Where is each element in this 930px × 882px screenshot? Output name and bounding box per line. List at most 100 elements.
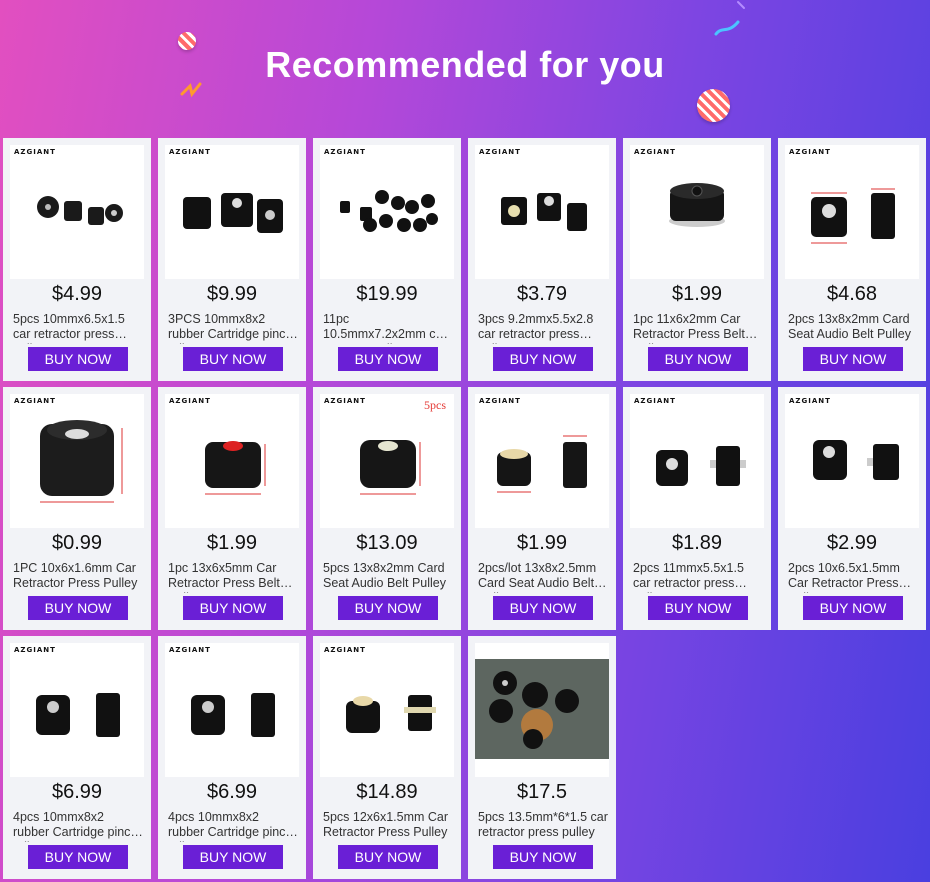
buy-now-button[interactable]: BUY NOW — [28, 596, 128, 620]
product-photo — [191, 693, 275, 737]
product-image[interactable]: AZGIANT — [785, 394, 919, 528]
product-card[interactable]: AZGIANT $0.99 1PC 10x6x1.6mm Car Retractor… — [3, 387, 151, 630]
brand-logo: AZGIANT — [169, 397, 211, 405]
product-price: $4.68 — [826, 283, 878, 305]
buy-now-button[interactable]: BUY NOW — [338, 845, 438, 869]
product-image[interactable]: AZGIANT — [320, 643, 454, 777]
product-card[interactable]: AZGIANT $14.89 5pcs 12x6x1.5mm Car Retract… — [313, 636, 461, 879]
product-card[interactable]: AZGIANT $2.99 2pcs 10x6.5x1.5mm Car Retrac… — [778, 387, 926, 630]
product-image[interactable]: AZGIANT — [10, 394, 144, 528]
buy-now-button[interactable]: BUY NOW — [183, 347, 283, 371]
product-photo — [475, 659, 609, 759]
product-photo — [656, 446, 746, 486]
product-title[interactable]: 2pcs 11mmx5.5x1.5 car retractor press pu… — [633, 561, 763, 593]
product-card[interactable]: AZGIANT $19.99 11pc 10.5mmx7.2x2mm car ret… — [313, 138, 461, 381]
product-title[interactable]: 4pcs 10mmx8x2 rubber Cartridge pinch rol… — [13, 810, 143, 842]
product-image[interactable]: AZGIANT — [10, 643, 144, 777]
product-image[interactable]: AZGIANT — [630, 145, 764, 279]
buy-now-button[interactable]: BUY NOW — [493, 347, 593, 371]
buy-now-button[interactable]: BUY NOW — [338, 347, 438, 371]
product-price: $1.99 — [671, 283, 723, 305]
brand-logo: AZGIANT — [324, 148, 366, 156]
product-price: $4.99 — [51, 283, 103, 305]
brand-logo: AZGIANT — [14, 646, 56, 654]
product-price: $1.89 — [671, 532, 723, 554]
product-image[interactable]: AZGIANT — [10, 145, 144, 279]
product-photo — [37, 196, 123, 225]
product-card[interactable]: AZGIANT $9.99 3PCS 10mmx8x2 rubber Cartrid… — [158, 138, 306, 381]
product-card[interactable]: AZGIANT $4.68 2pcs 13x8x2mm Card Seat Audi… — [778, 138, 926, 381]
buy-now-button[interactable]: BUY NOW — [183, 596, 283, 620]
product-photo — [183, 193, 283, 233]
buy-now-button[interactable]: BUY NOW — [803, 347, 903, 371]
product-price: $9.99 — [206, 283, 258, 305]
product-price: $6.99 — [51, 781, 103, 803]
brand-logo: AZGIANT — [324, 397, 366, 405]
product-price: $1.99 — [206, 532, 258, 554]
buy-now-button[interactable]: BUY NOW — [183, 845, 283, 869]
brand-logo: AZGIANT — [789, 148, 831, 156]
product-title[interactable]: 5pcs 12x6x1.5mm Car Retractor Press Pull… — [323, 810, 453, 842]
product-title[interactable]: 1PC 10x6x1.6mm Car Retractor Press Pulle… — [13, 561, 143, 593]
product-title[interactable]: 5pcs 13.5mm*6*1.5 car retractor press pu… — [478, 810, 608, 842]
product-title[interactable]: 1pc 13x6x5mm Car Retractor Press Belt Pu… — [168, 561, 298, 593]
product-image[interactable]: AZGIANT 5pcs — [320, 394, 454, 528]
buy-now-button[interactable]: BUY NOW — [493, 596, 593, 620]
product-photo — [813, 440, 899, 480]
brand-logo: AZGIANT — [789, 397, 831, 405]
product-card[interactable]: AZGIANT $6.99 4pcs 10mmx8x2 rubber Cartrid… — [3, 636, 151, 879]
brand-logo: AZGIANT — [14, 148, 56, 156]
brand-logo: AZGIANT — [479, 148, 521, 156]
product-card[interactable]: AZGIANT $3.79 3pcs 9.2mmx5.5x2.8 car retra… — [468, 138, 616, 381]
product-card[interactable]: AZGIANT $4.99 5pcs 10mmx6.5x1.5 car retrac… — [3, 138, 151, 381]
buy-now-button[interactable]: BUY NOW — [648, 347, 748, 371]
product-image[interactable]: AZGIANT — [475, 394, 609, 528]
buy-now-button[interactable]: BUY NOW — [28, 347, 128, 371]
product-image[interactable] — [475, 643, 609, 777]
product-card[interactable]: AZGIANT $1.99 2pcs/lot 13x8x2.5mm Card Sea… — [468, 387, 616, 630]
buy-now-button[interactable]: BUY NOW — [493, 845, 593, 869]
product-title[interactable]: 4pcs 10mmx8x2 rubber Cartridge pinch rol… — [168, 810, 298, 842]
product-image[interactable]: AZGIANT — [165, 145, 299, 279]
product-image[interactable]: AZGIANT — [785, 145, 919, 279]
brand-logo: AZGIANT — [634, 397, 676, 405]
product-image[interactable]: AZGIANT — [475, 145, 609, 279]
page-title: Recommended for you — [265, 44, 665, 85]
product-title[interactable]: 5pcs 13x8x2mm Card Seat Audio Belt Pulle… — [323, 561, 453, 593]
buy-now-button[interactable]: BUY NOW — [803, 596, 903, 620]
buy-now-button[interactable]: BUY NOW — [28, 845, 128, 869]
buy-now-button[interactable]: BUY NOW — [648, 596, 748, 620]
product-image[interactable]: AZGIANT — [320, 145, 454, 279]
product-title[interactable]: 5pcs 10mmx6.5x1.5 car retractor press pu… — [13, 312, 143, 344]
buy-now-button[interactable]: BUY NOW — [338, 596, 438, 620]
product-price: $14.89 — [356, 781, 418, 803]
product-price: $0.99 — [51, 532, 103, 554]
product-photo — [501, 193, 587, 231]
product-card[interactable]: AZGIANT $6.99 4pcs 10mmx8x2 rubber Cartrid… — [158, 636, 306, 879]
product-title[interactable]: 1pc 11x6x2mm Car Retractor Press Belt Pu… — [633, 312, 763, 344]
product-title[interactable]: 3PCS 10mmx8x2 rubber Cartridge pinch rol… — [168, 312, 298, 344]
product-price: $1.99 — [516, 532, 568, 554]
product-photo — [497, 435, 587, 493]
product-title[interactable]: 2pcs 10x6.5x1.5mm Car Retractor Press Pu… — [788, 561, 918, 593]
product-photo — [36, 693, 120, 737]
product-image[interactable]: AZGIANT — [165, 643, 299, 777]
product-price: $13.09 — [356, 532, 418, 554]
product-photo — [205, 441, 266, 495]
product-card[interactable]: $17.5 5pcs 13.5mm*6*1.5 car retractor pre… — [468, 636, 616, 879]
product-card[interactable]: AZGIANT 5pcs $13.09 5pcs 13x8x2mm Card Seat… — [313, 387, 461, 630]
product-card[interactable]: AZGIANT $1.89 2pcs 11mmx5.5x1.5 car retrac… — [623, 387, 771, 630]
product-title[interactable]: 2pcs/lot 13x8x2.5mm Card Seat Audio Belt… — [478, 561, 608, 593]
product-image[interactable]: AZGIANT — [165, 394, 299, 528]
product-price: $19.99 — [356, 283, 418, 305]
brand-logo: AZGIANT — [324, 646, 366, 654]
brand-logo: AZGIANT — [479, 397, 521, 405]
product-photo — [340, 190, 438, 232]
product-title[interactable]: 2pcs 13x8x2mm Card Seat Audio Belt Pulle… — [788, 312, 918, 344]
product-card[interactable]: AZGIANT $1.99 1pc 11x6x2mm Car Retractor P… — [623, 138, 771, 381]
product-image[interactable]: AZGIANT — [630, 394, 764, 528]
product-card[interactable]: AZGIANT $1.99 1pc 13x6x5mm Car Retractor P… — [158, 387, 306, 630]
product-title[interactable]: 11pc 10.5mmx7.2x2mm car retractor pulley — [323, 312, 453, 344]
product-title[interactable]: 3pcs 9.2mmx5.5x2.8 car retractor press p… — [478, 312, 608, 344]
brand-logo: AZGIANT — [634, 148, 676, 156]
